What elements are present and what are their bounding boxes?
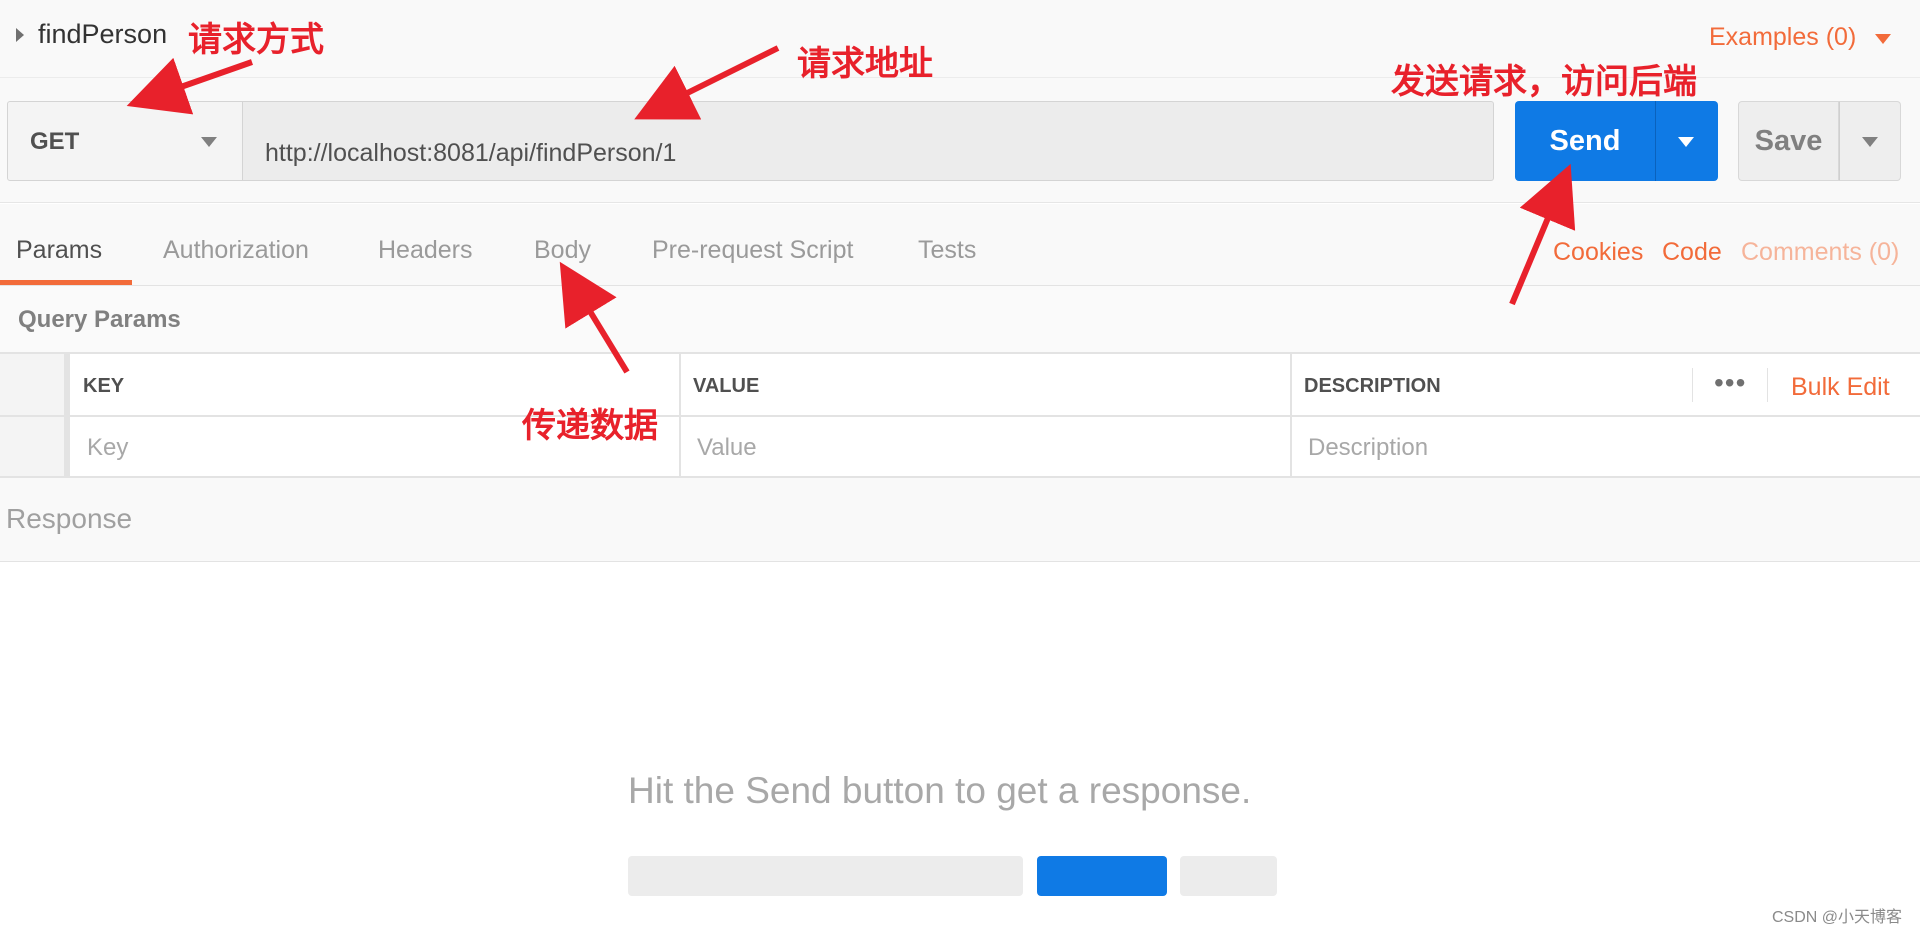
- annotation-body: 传递数据: [522, 406, 658, 446]
- annotation-arrows: [126, 45, 1576, 374]
- body-arrow: [559, 261, 630, 374]
- annotation-address: 请求地址: [797, 44, 933, 84]
- method-arrow: [126, 57, 253, 115]
- annotation-send: 发送请求，访问后端: [1391, 62, 1697, 102]
- annotation-method: 请求方式: [188, 20, 324, 60]
- watermark: CSDN @小天博客: [1772, 909, 1903, 926]
- send-arrow: [1509, 163, 1576, 306]
- address-arrow: [634, 45, 780, 120]
